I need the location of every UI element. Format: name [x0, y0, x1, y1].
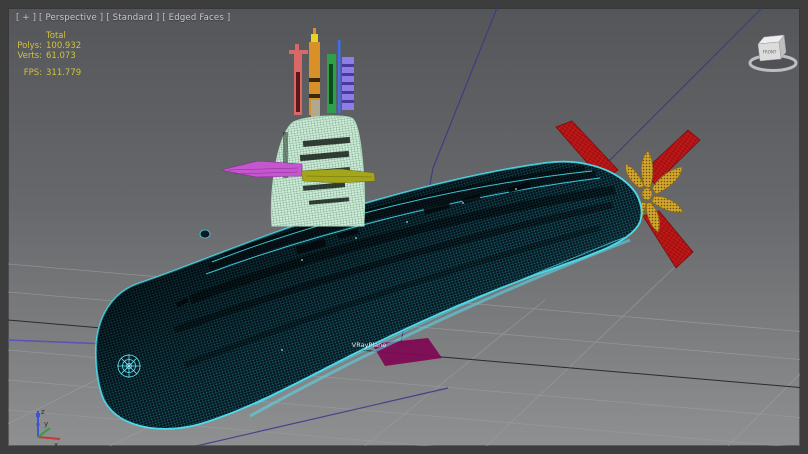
- stats-fps-value: 311.779: [46, 68, 81, 78]
- app-window: { "viewport": { "label": "[ + ] [ Perspe…: [0, 0, 808, 454]
- stats-total-row: Total: [14, 31, 81, 41]
- axis-x-label: x: [54, 441, 58, 446]
- axis-z-label: z: [41, 408, 45, 416]
- viewcube-front-label: FRONT: [763, 50, 777, 55]
- stats-polys-row: Polys: 100.932: [14, 41, 81, 51]
- stats-fps-label: FPS:: [14, 68, 42, 78]
- stats-verts-row: Verts: 61.073: [14, 51, 81, 61]
- perspective-viewport[interactable]: VRayPlane FRONT x y z [ + ] [ Perspectiv…: [8, 8, 800, 446]
- mast-purple[interactable]: [342, 57, 354, 110]
- stats-polys-value: 100.932: [46, 41, 81, 51]
- propeller-hub: [642, 188, 652, 200]
- periscope-masts[interactable]: [289, 28, 354, 118]
- scene-canvas[interactable]: VRayPlane FRONT x y z: [8, 8, 800, 446]
- mast-blue-antenna[interactable]: [338, 40, 341, 113]
- mast-green[interactable]: [327, 54, 336, 113]
- mast-tan[interactable]: [311, 100, 320, 118]
- viewcube-icon[interactable]: FRONT: [750, 35, 796, 71]
- submarine-hull[interactable]: [96, 162, 642, 429]
- stats-fps-row: FPS: 311.779: [14, 68, 81, 78]
- object-name-label: VRayPlane: [352, 341, 386, 349]
- plane-edge-line-left: [8, 340, 108, 344]
- stats-polys-label: Polys:: [14, 41, 42, 51]
- deck-sensor-bump: [200, 230, 210, 238]
- stats-verts-value: 61.073: [46, 51, 76, 61]
- mast-red[interactable]: [289, 44, 308, 115]
- axis-y-label: y: [44, 420, 48, 428]
- statistics-overlay: Total Polys: 100.932 Verts: 61.073 FPS: …: [14, 31, 81, 78]
- stats-total-label: Total: [46, 31, 66, 41]
- viewport-menus-label[interactable]: [ + ] [ Perspective ] [ Standard ] [ Edg…: [16, 13, 230, 23]
- stats-verts-label: Verts:: [14, 51, 42, 61]
